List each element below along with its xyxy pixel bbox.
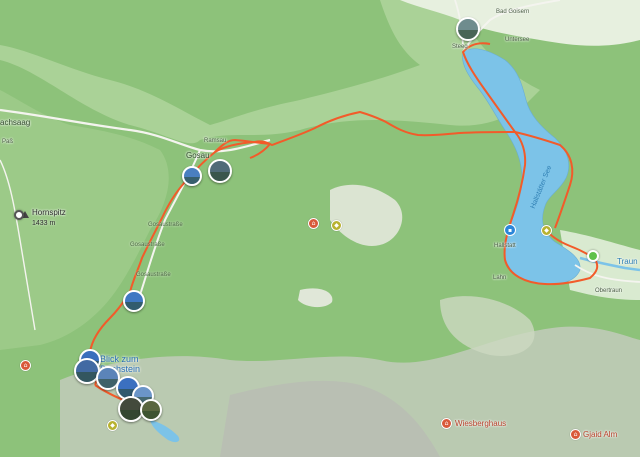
- photo-marker-gosau-1[interactable]: [208, 159, 232, 183]
- town-label-hallstatt: Hallstatt: [494, 243, 516, 249]
- route-start-marker[interactable]: [587, 250, 599, 262]
- town-label-kirchsaag: achsaag: [0, 118, 31, 127]
- peak-marker-icon[interactable]: [14, 210, 24, 220]
- bus-stop-icon[interactable]: ▪: [504, 224, 516, 236]
- road-label-gosaustrasse-1: Gosaustraße: [148, 222, 183, 228]
- viewpoint-icon-3[interactable]: ◆: [107, 420, 118, 431]
- poi-label-gjaid-alm: Gjaid Alm: [583, 430, 618, 439]
- map-canvas[interactable]: Gosau Ramsau Hallstatt Obertraun Bad Goi…: [0, 0, 640, 457]
- hut-icon-wiesberghaus[interactable]: ⌂: [441, 418, 452, 429]
- hut-icon-1[interactable]: ⌂: [308, 218, 319, 229]
- town-label-gosau: Gosau: [186, 151, 210, 160]
- peak-name-label: Hornspitz: [32, 208, 66, 217]
- town-label-bad-goisern: Bad Goisern: [496, 9, 530, 15]
- town-label-ramsau: Ramsau: [204, 138, 227, 144]
- road-label-gosaustrasse-3: Gosaustraße: [136, 272, 171, 278]
- river-label-traun: Traun: [617, 257, 638, 266]
- town-label-steeg: Steeg: [452, 44, 468, 50]
- town-label-obertraun: Obertraun: [595, 288, 623, 294]
- photo-marker-route-1[interactable]: [123, 290, 145, 312]
- hut-icon-2[interactable]: ⌂: [20, 360, 31, 371]
- town-label-pass: Paß: [2, 139, 14, 145]
- peak-elevation-label: 1433 m: [32, 220, 56, 227]
- photo-marker-route-8[interactable]: [140, 399, 162, 421]
- viewpoint-icon-1[interactable]: ◆: [331, 220, 342, 231]
- viewpoint-icon-2[interactable]: ◆: [541, 225, 552, 236]
- hut-icon-gjaid-alm[interactable]: ⌂: [570, 429, 581, 440]
- poi-label-wiesberghaus: Wiesberghaus: [455, 419, 507, 428]
- town-label-lahn: Lahn: [493, 275, 507, 281]
- photo-marker-gosau-2[interactable]: [182, 166, 202, 186]
- photo-marker-bad-goisern[interactable]: [456, 17, 480, 41]
- town-label-untersee: Untersee: [505, 37, 530, 43]
- road-label-gosaustrasse-2: Gosaustraße: [130, 242, 165, 248]
